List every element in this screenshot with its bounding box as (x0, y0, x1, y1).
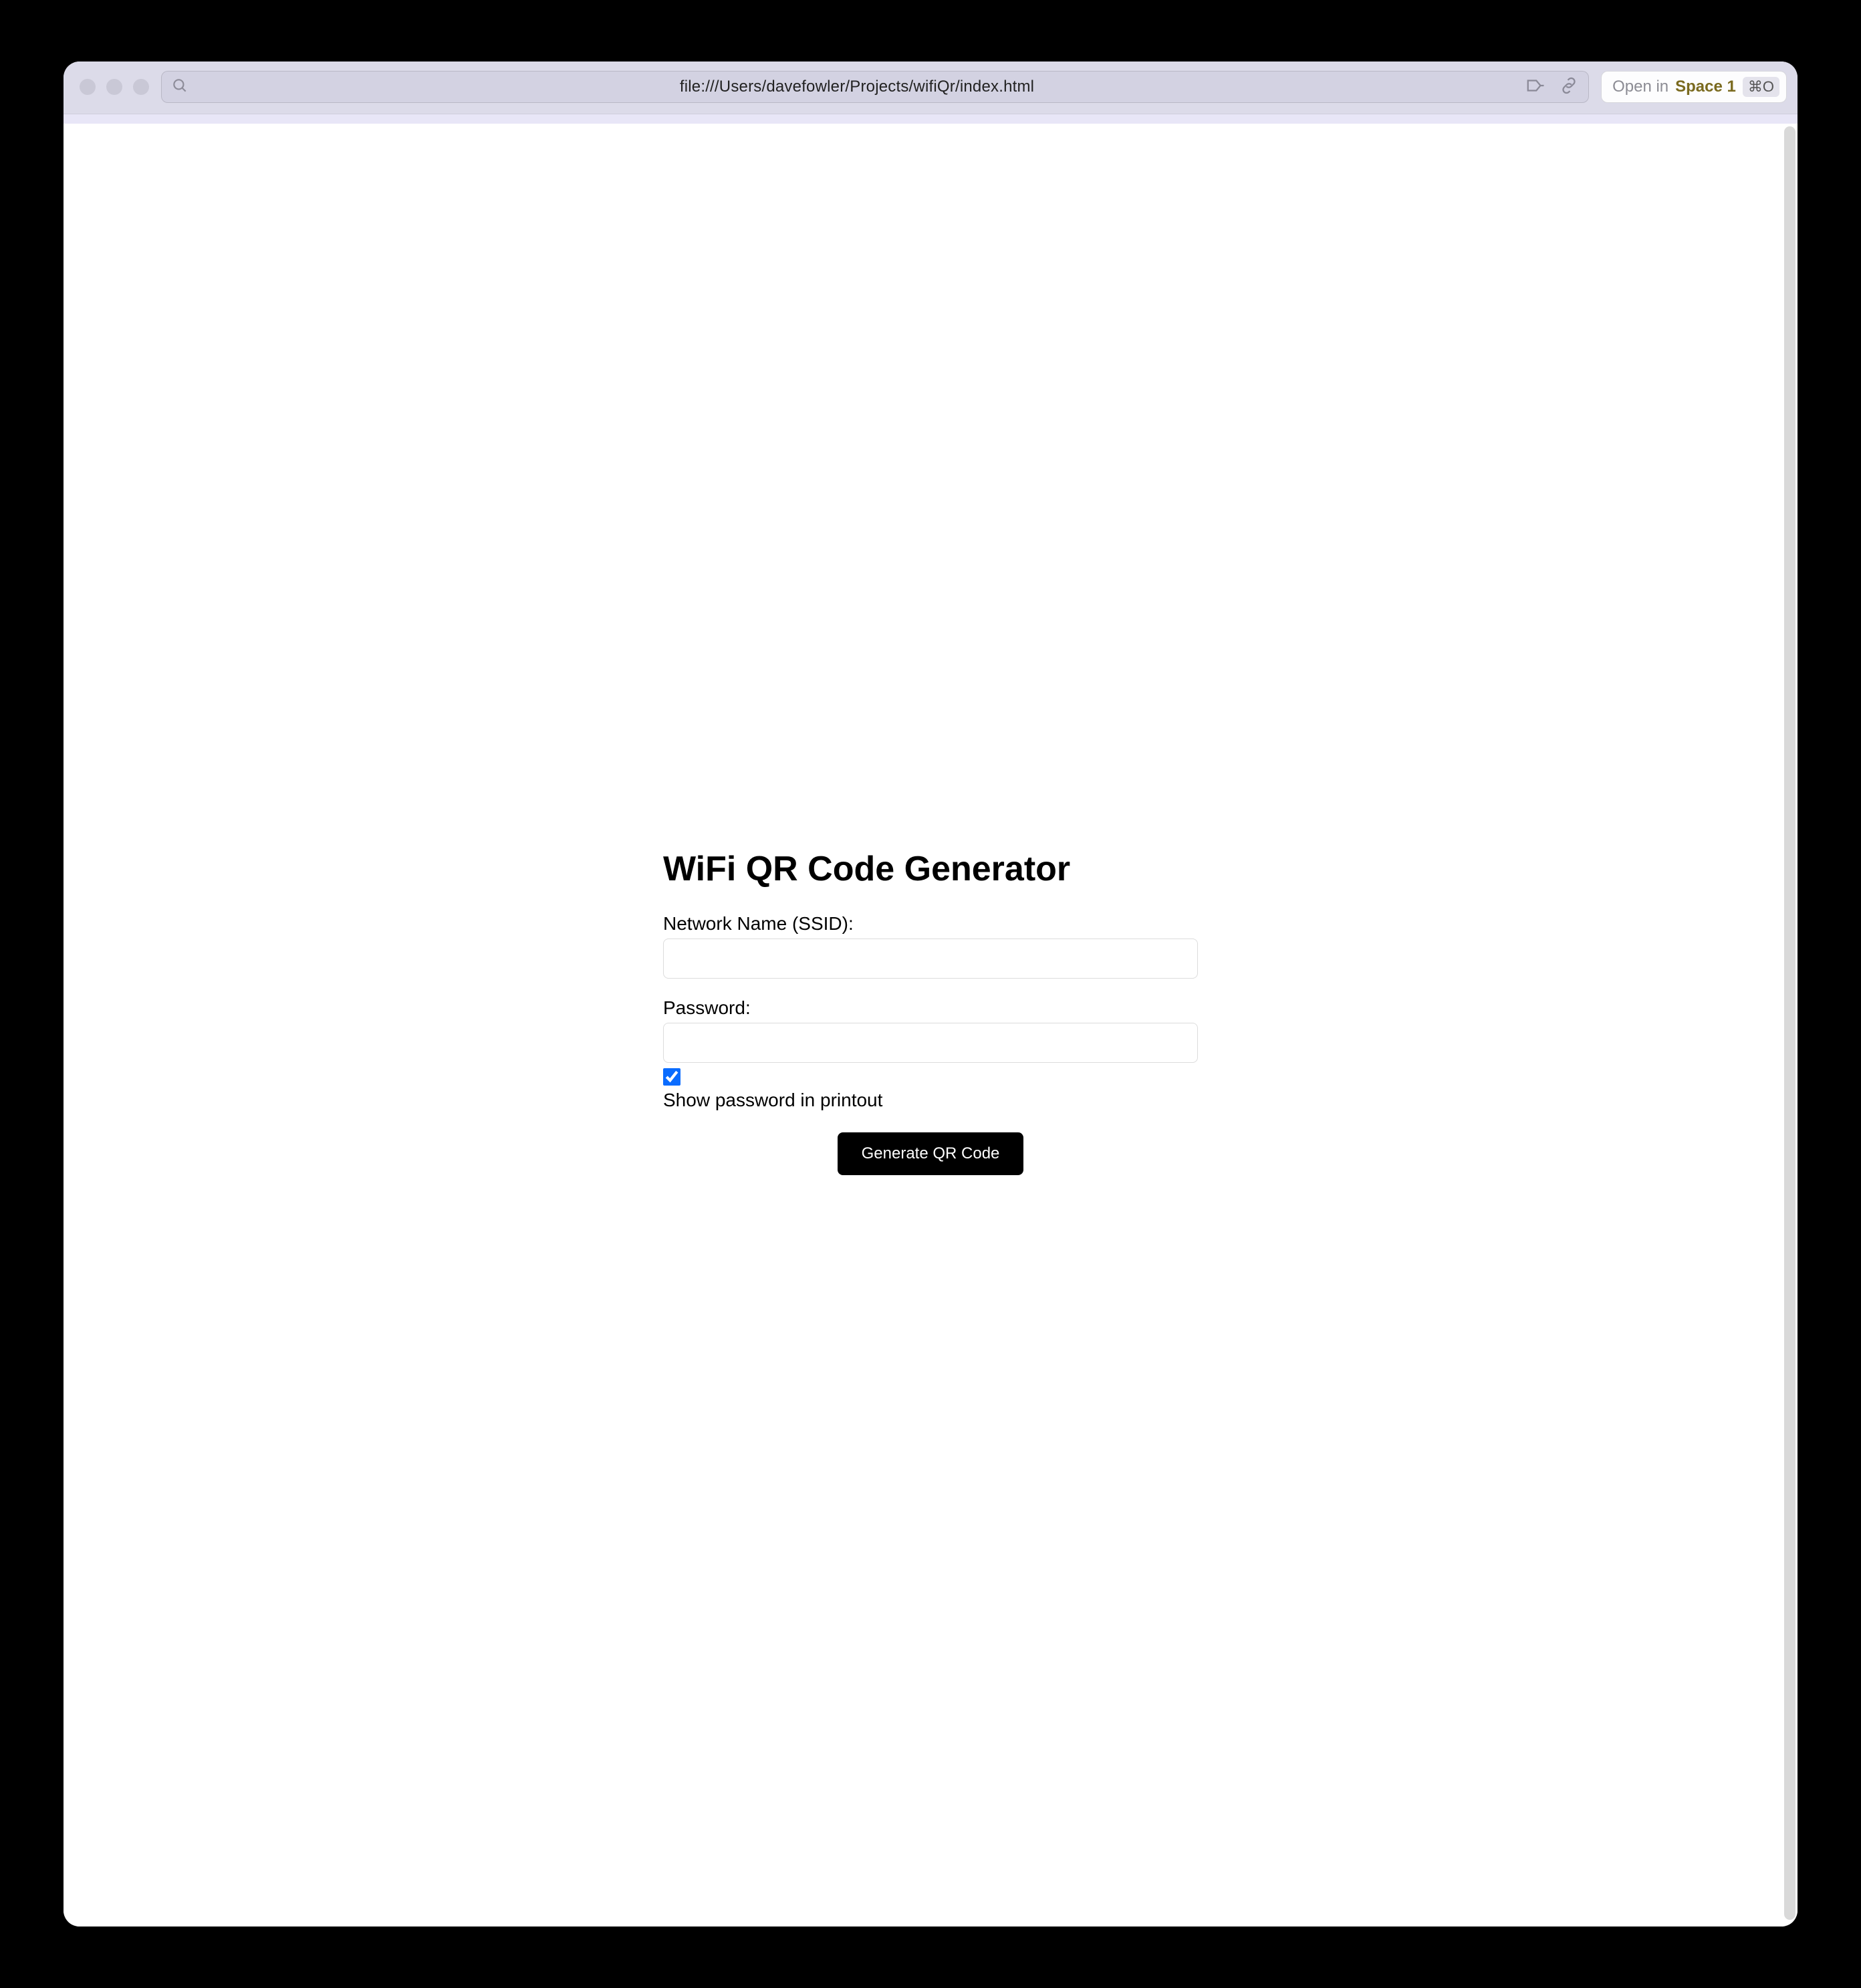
scrollbar[interactable] (1784, 124, 1797, 1922)
generate-qr-button[interactable]: Generate QR Code (838, 1132, 1024, 1175)
show-password-label: Show password in printout (663, 1090, 1198, 1111)
open-in-prefix: Open in (1612, 78, 1668, 96)
page-title: WiFi QR Code Generator (663, 849, 1198, 889)
search-icon (171, 77, 189, 98)
wifi-qr-form: WiFi QR Code Generator Network Name (SSI… (663, 849, 1198, 1175)
password-label: Password: (663, 997, 1198, 1019)
address-url: file:///Users/davefowler/Projects/wifiQr… (198, 78, 1516, 96)
generate-button-row: Generate QR Code (663, 1132, 1198, 1175)
password-input[interactable] (663, 1023, 1198, 1063)
window-controls (74, 79, 149, 95)
browser-toolbar: file:///Users/davefowler/Projects/wifiQr… (64, 61, 1797, 114)
address-bar[interactable]: file:///Users/davefowler/Projects/wifiQr… (161, 71, 1589, 103)
browser-window: file:///Users/davefowler/Projects/wifiQr… (64, 61, 1797, 1927)
scrollbar-thumb[interactable] (1784, 126, 1795, 1920)
tag-icon[interactable] (1525, 76, 1545, 99)
open-in-space-name: Space 1 (1675, 78, 1736, 96)
window-zoom-button[interactable] (133, 79, 149, 95)
window-minimize-button[interactable] (106, 79, 122, 95)
address-actions (1525, 76, 1579, 99)
password-field-group: Password: Show password in printout (663, 997, 1198, 1111)
ssid-label: Network Name (SSID): (663, 913, 1198, 935)
show-password-group: Show password in printout (663, 1068, 1198, 1111)
link-icon[interactable] (1559, 76, 1579, 99)
open-in-shortcut: ⌘O (1743, 77, 1779, 97)
window-close-button[interactable] (80, 79, 96, 95)
page-content: WiFi QR Code Generator Network Name (SSI… (64, 124, 1797, 1927)
ssid-field-group: Network Name (SSID): (663, 913, 1198, 979)
open-in-space-button[interactable]: Open in Space 1 ⌘O (1601, 71, 1787, 103)
show-password-checkbox[interactable] (663, 1068, 680, 1086)
toolbar-accent (64, 114, 1797, 124)
ssid-input[interactable] (663, 939, 1198, 979)
